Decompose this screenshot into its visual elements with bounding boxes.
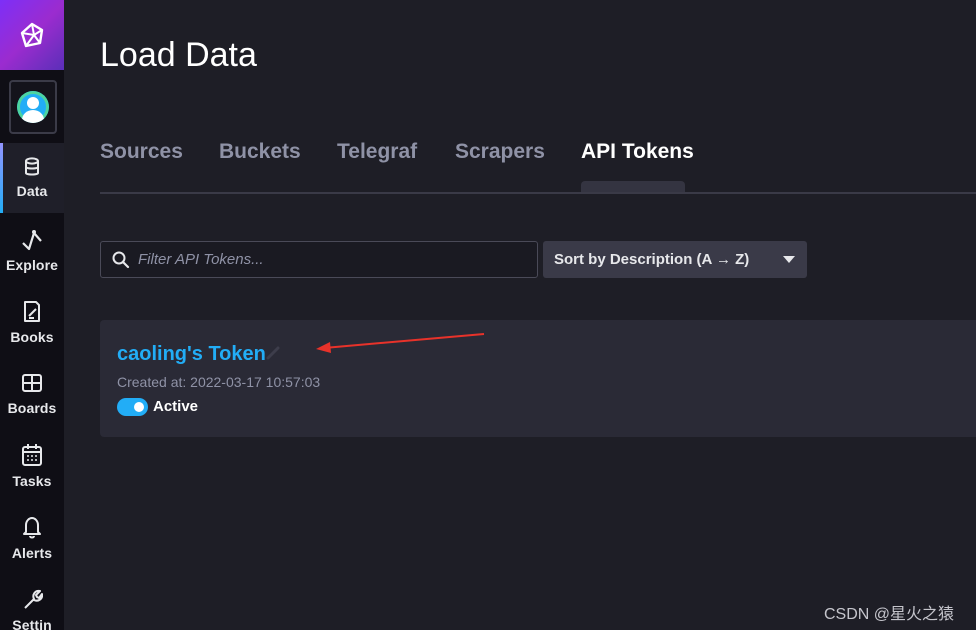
- influxdb-logo[interactable]: [0, 0, 64, 70]
- user-avatar-button[interactable]: [9, 80, 57, 134]
- sidebar-item-label: Settin: [12, 617, 52, 630]
- tab-telegraf[interactable]: Telegraf: [337, 140, 417, 192]
- page-title: Load Data: [100, 36, 257, 74]
- tab-bar: Sources Buckets Telegraf Scrapers API To…: [100, 140, 976, 192]
- sidebar-item-books[interactable]: Books: [0, 287, 64, 357]
- cube-logo-icon: [20, 22, 44, 48]
- sidebar-item-label: Alerts: [11, 545, 53, 561]
- database-icon: [25, 157, 39, 176]
- token-name-link[interactable]: caoling's Token: [117, 343, 266, 366]
- sidebar-item-tasks[interactable]: Tasks: [0, 431, 64, 501]
- sort-selected-label: Sort by Description (A → Z): [554, 251, 750, 268]
- tab-scrapers[interactable]: Scrapers: [455, 140, 545, 192]
- calendar-icon: [22, 444, 42, 466]
- search-icon: [112, 251, 130, 268]
- wrench-icon: [24, 589, 43, 609]
- token-created-at: Created at: 2022-03-17 10:57:03: [117, 374, 321, 390]
- tab-buckets[interactable]: Buckets: [219, 140, 301, 192]
- sort-dropdown[interactable]: Sort by Description (A → Z): [543, 241, 807, 278]
- graph-icon: [22, 230, 42, 251]
- search-input[interactable]: [138, 251, 518, 268]
- sidebar-item-data[interactable]: Data: [0, 143, 64, 213]
- sidebar-item-explore[interactable]: Explore: [0, 215, 64, 285]
- pencil-edit-icon[interactable]: [266, 346, 280, 360]
- dashboard-grid-icon: [22, 374, 42, 392]
- sidebar-item-boards[interactable]: Boards: [0, 359, 64, 429]
- annotation-arrow: [316, 333, 485, 353]
- caret-down-icon: [783, 255, 795, 263]
- bell-icon: [23, 517, 41, 539]
- sidebar-item-settings[interactable]: Settin: [0, 575, 64, 630]
- sidebar-item-label: Data: [16, 183, 48, 199]
- tabs-divider: [100, 192, 976, 194]
- watermark-text: CSDN @星火之猿: [824, 606, 955, 623]
- token-status-label: Active: [153, 398, 199, 415]
- sidebar-item-alerts[interactable]: Alerts: [0, 503, 64, 573]
- sidebar-item-label: Books: [10, 329, 54, 345]
- notebook-icon: [24, 301, 40, 322]
- tab-sources[interactable]: Sources: [100, 140, 183, 192]
- sidebar: Data Explore Books Boards Tasks Alerts S…: [0, 0, 64, 630]
- sidebar-item-label: Tasks: [12, 473, 52, 489]
- token-active-toggle[interactable]: [117, 398, 148, 416]
- search-box: [100, 241, 538, 278]
- sidebar-item-label: Boards: [7, 400, 57, 416]
- sidebar-item-label: Explore: [5, 257, 59, 273]
- avatar: [17, 91, 49, 123]
